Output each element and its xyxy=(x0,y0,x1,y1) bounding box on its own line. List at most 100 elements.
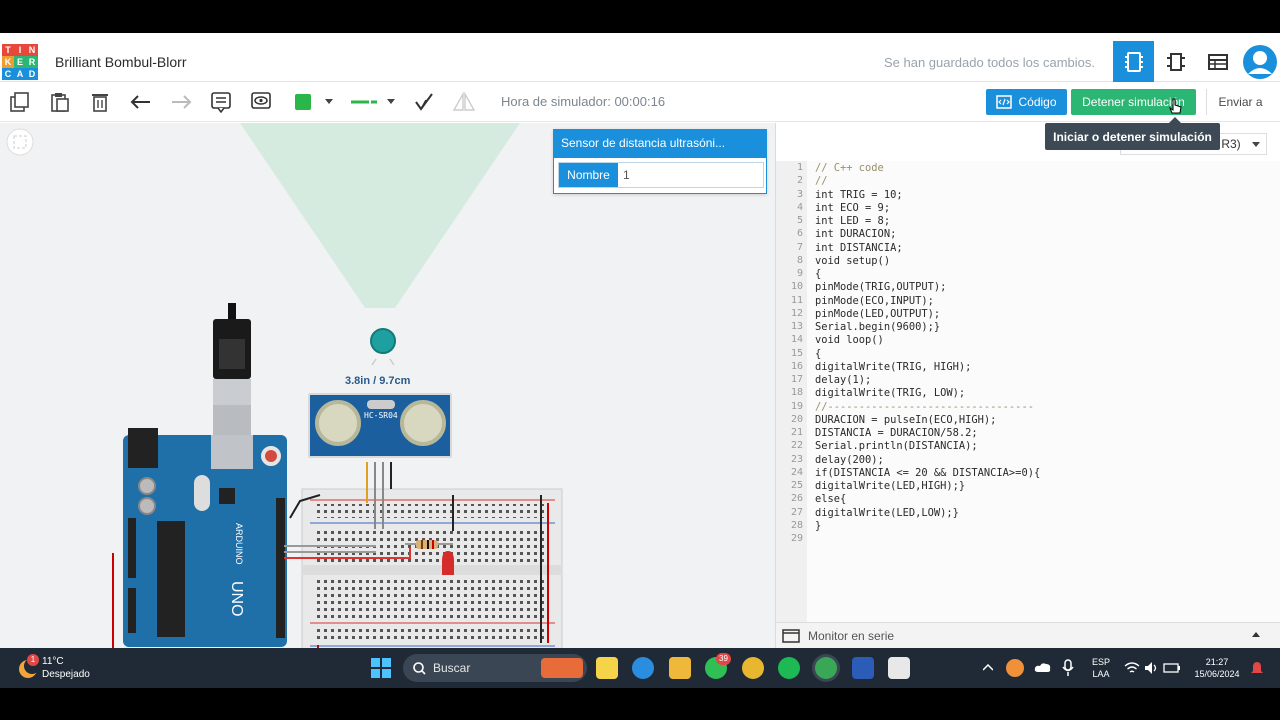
code-line[interactable]: { xyxy=(815,268,821,280)
taskbar-search[interactable]: Buscar xyxy=(403,654,587,682)
code-line[interactable]: // xyxy=(815,175,828,187)
file-explorer-icon[interactable] xyxy=(669,657,691,679)
circuit-view-button[interactable] xyxy=(1113,41,1154,82)
sensor-transducer-right xyxy=(400,400,446,446)
code-line[interactable]: DISTANCIA = DURACION/58.2; xyxy=(815,427,978,439)
code-line[interactable]: int ECO = 9; xyxy=(815,202,890,214)
code-line[interactable]: DURACION = pulseIn(ECO,HIGH); xyxy=(815,414,996,426)
code-editor-icon xyxy=(996,95,1013,109)
notification-bell-icon[interactable] xyxy=(1251,661,1263,675)
code-line[interactable]: delay(1); xyxy=(815,374,871,386)
wire-type-dropdown[interactable] xyxy=(346,90,398,114)
sensor-crystal xyxy=(367,400,395,409)
code-line[interactable]: delay(200); xyxy=(815,454,884,466)
cloud-icon[interactable] xyxy=(1034,661,1052,673)
project-title[interactable]: Brilliant Bombul-Blorr xyxy=(55,54,186,70)
line-number: 19 xyxy=(790,400,803,412)
chevron-up-icon[interactable] xyxy=(983,664,993,671)
copy-icon[interactable] xyxy=(8,90,32,114)
snipping-tool-icon[interactable] xyxy=(888,657,910,679)
line-number: 27 xyxy=(790,506,803,518)
code-line[interactable]: int DISTANCIA; xyxy=(815,242,903,254)
code-line[interactable]: Serial.println(DISTANCIA); xyxy=(815,440,978,452)
serial-monitor-bar[interactable]: Monitor en serie xyxy=(776,622,1280,648)
header-bar: T I N K E R C A D Brilliant Bombul-Blorr… xyxy=(0,41,1280,82)
logo-letter: I xyxy=(14,44,26,56)
chrome-active-icon[interactable] xyxy=(815,657,837,679)
component-list-button[interactable] xyxy=(1197,41,1238,82)
sync-icon[interactable] xyxy=(1006,659,1024,677)
name-field-input[interactable]: 1 xyxy=(623,168,630,182)
code-line[interactable]: void loop() xyxy=(815,334,884,346)
search-placeholder: Buscar xyxy=(433,661,471,675)
code-line[interactable]: pinMode(ECO,INPUT); xyxy=(815,295,934,307)
letterbox-bottom xyxy=(0,688,1280,720)
code-line[interactable]: int TRIG = 10; xyxy=(815,189,903,201)
line-number: 24 xyxy=(790,466,803,478)
ultrasonic-sensor[interactable]: HC-SR04 xyxy=(308,393,452,458)
code-line[interactable]: Serial.begin(9600);} xyxy=(815,321,940,333)
code-line[interactable]: digitalWrite(TRIG, HIGH); xyxy=(815,361,971,373)
weather-widget[interactable]: 11°C Despejado xyxy=(42,655,90,681)
send-to-button[interactable]: Enviar a xyxy=(1206,89,1274,115)
wire-style-icon xyxy=(351,100,377,104)
volume-icon[interactable] xyxy=(1144,661,1158,675)
word-icon[interactable] xyxy=(852,657,874,679)
code-line[interactable]: // C++ code xyxy=(815,162,884,174)
language-indicator[interactable]: ESP LAA xyxy=(1089,656,1113,680)
redo-icon[interactable] xyxy=(168,90,194,114)
whatsapp-badge: 39 xyxy=(716,653,731,665)
undo-icon[interactable] xyxy=(128,90,154,114)
svg-text:UNO: UNO xyxy=(228,581,245,617)
component-inspector: Sensor de distancia ultrasóni... Nombre … xyxy=(553,129,767,194)
svg-text:ARDUINO: ARDUINO xyxy=(234,523,244,565)
code-button[interactable]: Código xyxy=(986,89,1067,115)
code-line[interactable]: if(DISTANCIA <= 20 && DISTANCIA>=0){ xyxy=(815,467,1040,479)
schematic-view-button[interactable] xyxy=(1155,41,1196,82)
spotify-icon[interactable] xyxy=(778,657,800,679)
paste-icon[interactable] xyxy=(48,90,72,114)
toggle-notes-visibility-icon[interactable] xyxy=(249,90,273,114)
weather-badge: 1 xyxy=(27,654,39,666)
simulator-timer: Hora de simulador: 00:00:16 xyxy=(501,94,666,109)
code-line[interactable]: digitalWrite(LED,LOW);} xyxy=(815,507,959,519)
code-line[interactable]: void setup() xyxy=(815,255,890,267)
edge-copilot-icon[interactable] xyxy=(632,657,654,679)
chevron-up-icon[interactable] xyxy=(1252,632,1260,638)
sticky-notes-icon[interactable] xyxy=(596,657,618,679)
wifi-icon[interactable] xyxy=(1124,661,1140,675)
windows-start-icon[interactable] xyxy=(371,658,391,678)
fit-view-icon[interactable] xyxy=(6,128,34,156)
code-line[interactable]: //--------------------------------- xyxy=(815,401,1034,413)
code-line[interactable]: digitalWrite(TRIG, LOW); xyxy=(815,387,965,399)
notes-icon[interactable] xyxy=(209,90,233,114)
flip-icon[interactable] xyxy=(451,90,477,114)
code-line[interactable]: int DURACION; xyxy=(815,228,896,240)
tinkercad-logo[interactable]: T I N K E R C A D xyxy=(2,44,38,80)
arduino-uno-board[interactable]: ARDUINO UNO xyxy=(123,428,287,647)
line-number: 20 xyxy=(790,413,803,425)
clock[interactable]: 21:27 15/06/2024 xyxy=(1189,656,1245,680)
wire-color-dropdown[interactable] xyxy=(290,90,338,114)
user-avatar[interactable] xyxy=(1239,41,1280,82)
circuit-canvas[interactable]: ARDUINO UNO 3.8in / 9.7cm HC-SR04 xyxy=(0,123,775,648)
rotate-icon[interactable] xyxy=(411,90,437,114)
battery-icon[interactable] xyxy=(1163,662,1181,674)
code-line[interactable]: else{ xyxy=(815,493,846,505)
breadboard-icon xyxy=(1124,51,1143,72)
chrome-icon[interactable] xyxy=(742,657,764,679)
delete-icon[interactable] xyxy=(88,90,112,114)
code-line[interactable]: int LED = 8; xyxy=(815,215,890,227)
keyboard-layout: LAA xyxy=(1092,669,1110,679)
red-led[interactable] xyxy=(442,551,454,575)
language-code: ESP xyxy=(1091,657,1110,667)
detected-object[interactable] xyxy=(370,328,396,354)
microphone-icon[interactable] xyxy=(1062,659,1074,677)
simulation-tooltip: Iniciar o detener simulación xyxy=(1045,117,1220,150)
breadboard[interactable] xyxy=(301,488,563,648)
code-line[interactable]: } xyxy=(815,520,821,532)
code-line[interactable]: { xyxy=(815,348,821,360)
code-line[interactable]: digitalWrite(LED,HIGH);} xyxy=(815,480,965,492)
code-line[interactable]: pinMode(LED,OUTPUT); xyxy=(815,308,940,320)
code-line[interactable]: pinMode(TRIG,OUTPUT); xyxy=(815,281,946,293)
